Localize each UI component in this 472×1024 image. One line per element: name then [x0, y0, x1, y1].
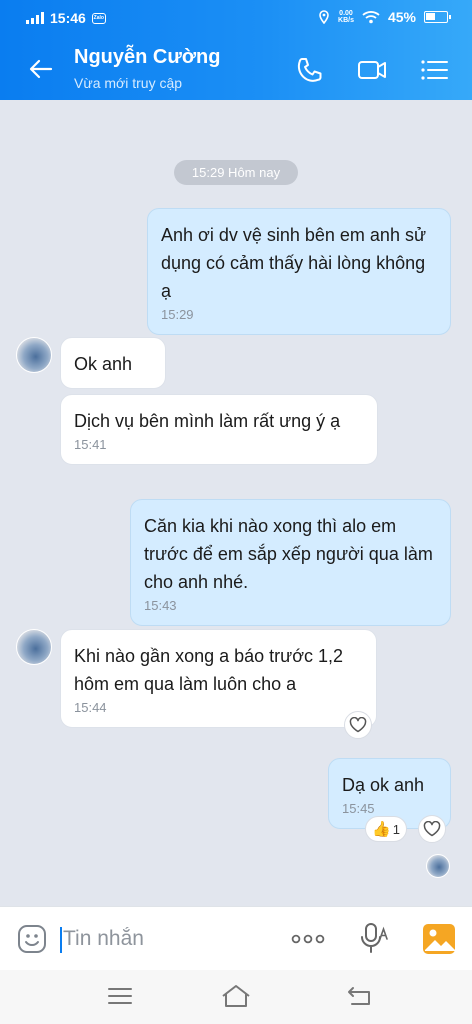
message-text: Căn kia khi nào xong thì alo em trước để…	[144, 516, 433, 592]
voice-call-button[interactable]	[294, 54, 326, 86]
message-text: Ok anh	[74, 354, 133, 374]
return-icon	[348, 987, 370, 1005]
heart-icon	[423, 821, 441, 837]
net-speed-unit: KB/s	[338, 17, 354, 24]
location-icon	[319, 10, 329, 24]
like-reaction[interactable]: 👍 1	[365, 816, 407, 842]
net-speed-value: 0.00	[339, 10, 353, 17]
message-list[interactable]: 15:29 Hôm nay Anh ơi dv vệ sinh bên em a…	[0, 100, 472, 906]
send-image-button[interactable]	[421, 921, 457, 957]
status-right: 0.00 KB/s 45%	[318, 9, 451, 25]
home-button[interactable]	[220, 982, 252, 1010]
message-time: 15:44	[74, 700, 107, 715]
sticker-icon	[18, 925, 46, 953]
date-separator: 15:29 Hôm nay	[174, 160, 298, 185]
message-bubble-outgoing[interactable]: Căn kia khi nào xong thì alo em trước để…	[130, 499, 451, 626]
clock: 15:46	[50, 10, 86, 26]
message-bubble-incoming[interactable]: Khi nào gần xong a báo trước 1,2 hôm em …	[60, 629, 377, 728]
react-button[interactable]	[418, 815, 446, 843]
contact-name[interactable]: Nguyễn Cường	[74, 46, 220, 69]
phone-icon	[297, 58, 322, 82]
options-button[interactable]	[418, 54, 450, 86]
avatar[interactable]	[16, 337, 52, 373]
heart-icon	[349, 717, 367, 733]
system-nav-bar	[0, 970, 472, 1024]
back-button[interactable]	[24, 52, 58, 86]
message-input[interactable]	[63, 921, 263, 957]
wifi-icon	[362, 11, 380, 24]
zalo-notification-icon: Zalo	[91, 12, 106, 24]
battery-fill	[426, 13, 435, 20]
like-count: 1	[392, 821, 400, 837]
message-text: Anh ơi dv vệ sinh bên em anh sử dụng có …	[161, 225, 426, 301]
message-bubble-incoming[interactable]: Ok anh	[60, 337, 166, 389]
avatar[interactable]	[16, 629, 52, 665]
recent-apps-button[interactable]	[104, 982, 136, 1010]
message-text: Dạ ok anh	[342, 775, 425, 795]
menu-lines-icon	[108, 988, 132, 1004]
react-button[interactable]	[344, 711, 372, 739]
menu-icon	[421, 60, 448, 80]
seen-avatar	[426, 854, 450, 878]
status-left: 15:46 Zalo	[26, 10, 106, 26]
video-camera-icon	[358, 61, 386, 79]
battery-icon	[424, 11, 451, 23]
message-text: Khi nào gần xong a báo trước 1,2 hôm em …	[74, 646, 344, 694]
chat-header: 15:46 Zalo 0.00 KB/s 45% Nguyễn Cường Vừ…	[0, 0, 472, 100]
composer-bar	[0, 906, 472, 970]
message-time: 15:29	[161, 307, 194, 322]
video-call-button[interactable]	[356, 54, 388, 86]
voice-message-button[interactable]	[358, 921, 390, 955]
more-icon	[291, 934, 325, 944]
thumbs-up-icon: 👍	[372, 820, 391, 838]
message-time: 15:43	[144, 598, 177, 613]
message-bubble-incoming[interactable]: Dịch vụ bên mình làm rất ưng ý ạ 15:41	[60, 394, 378, 465]
home-icon	[222, 985, 250, 1007]
message-bubble-outgoing[interactable]: Anh ơi dv vệ sinh bên em anh sử dụng có …	[147, 208, 451, 335]
text-cursor	[60, 927, 62, 953]
net-speed: 0.00 KB/s	[338, 10, 354, 24]
signal-icon	[26, 12, 44, 24]
more-button[interactable]	[288, 931, 328, 947]
back-arrow-icon	[29, 59, 53, 79]
contact-status: Vừa mới truy cập	[74, 75, 183, 91]
sticker-button[interactable]	[16, 923, 48, 955]
message-time: 15:41	[74, 437, 107, 452]
system-back-button[interactable]	[344, 982, 376, 1010]
status-bar: 15:46 Zalo 0.00 KB/s 45%	[0, 0, 472, 38]
battery-percent: 45%	[387, 9, 416, 25]
message-text: Dịch vụ bên mình làm rất ưng ý ạ	[74, 411, 341, 431]
image-icon	[423, 924, 455, 954]
microphone-icon	[361, 923, 388, 953]
